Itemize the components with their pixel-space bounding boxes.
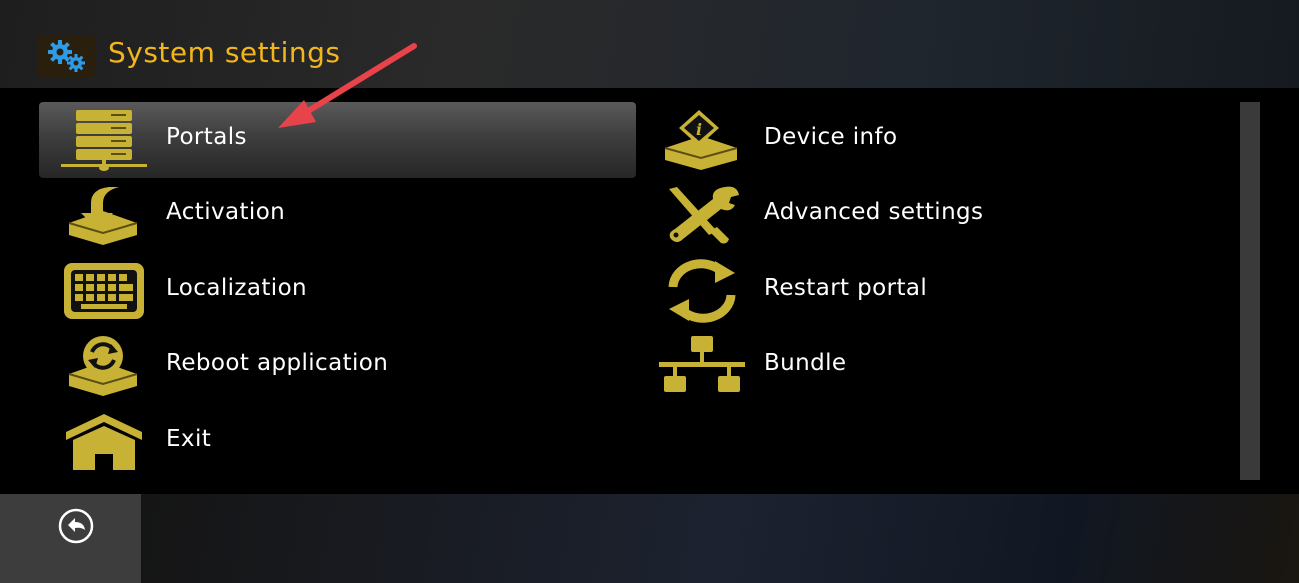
network-hierarchy-icon	[659, 334, 745, 398]
menu-item-label: Advanced settings	[764, 199, 984, 225]
gears-icon	[38, 35, 96, 77]
menu-item-label: Reboot application	[166, 350, 389, 376]
footer-left	[0, 494, 141, 583]
back-button[interactable]	[58, 508, 94, 544]
server-network-icon	[61, 108, 147, 172]
restart-arrows-icon	[659, 259, 745, 323]
menu-item-label: Activation	[166, 199, 286, 225]
keyboard-icon	[61, 259, 147, 323]
menu-item-advanced-settings[interactable]: Advanced settings	[637, 177, 1234, 253]
menu-item-label: Portals	[166, 124, 247, 150]
menu-item-device-info[interactable]: i Device info	[637, 102, 1234, 178]
settings-menu: Portals Activation Localization Reboot a…	[0, 88, 1299, 494]
scrollbar[interactable]	[1240, 102, 1260, 480]
menu-item-label: Exit	[166, 426, 212, 452]
back-arrow-icon	[58, 508, 94, 544]
menu-item-label: Localization	[166, 275, 308, 301]
menu-item-localization[interactable]: Localization	[39, 253, 636, 329]
menu-item-label: Bundle	[764, 350, 847, 376]
menu-item-bundle[interactable]: Bundle	[637, 328, 1234, 404]
menu-item-reboot-application[interactable]: Reboot application	[39, 328, 636, 404]
menu-item-label: Restart portal	[764, 275, 928, 301]
page-title: System settings	[108, 36, 341, 69]
footer-right	[141, 494, 1299, 583]
menu-item-activation[interactable]: Activation	[39, 177, 636, 253]
home-icon	[61, 410, 147, 474]
menu-item-label: Device info	[764, 124, 898, 150]
download-device-icon	[61, 183, 147, 247]
info-device-icon: i	[659, 108, 745, 172]
svg-text:i: i	[696, 120, 702, 139]
menu-item-portals[interactable]: Portals	[39, 102, 636, 178]
reboot-device-icon	[61, 334, 147, 398]
menu-item-exit[interactable]: Exit	[39, 404, 636, 480]
wrench-screwdriver-icon	[659, 183, 745, 247]
menu-item-restart-portal[interactable]: Restart portal	[637, 253, 1234, 329]
header-bar: System settings	[0, 0, 1299, 88]
